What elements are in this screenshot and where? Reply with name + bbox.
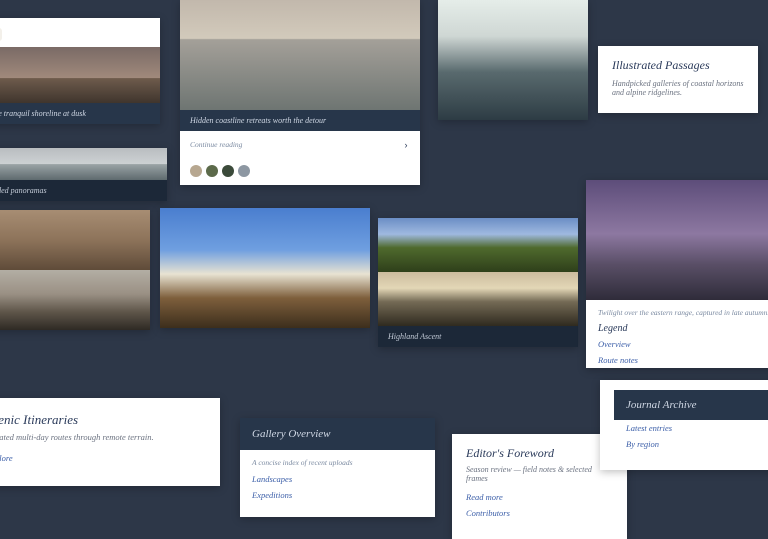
palette-beads	[180, 159, 420, 185]
panel-header: Gallery Overview	[240, 418, 435, 450]
legend-heading: Legend	[586, 321, 768, 336]
link-landscapes[interactable]: Landscapes	[240, 471, 435, 487]
card-gallery-overview[interactable]: Gallery Overview A concise index of rece…	[240, 418, 435, 517]
link-route-notes[interactable]: Route notes	[586, 352, 768, 368]
card-sub: Curated multi-day routes through remote …	[0, 432, 204, 450]
card-beach-dusk[interactable]: Destinations Overlooking the tranquil sh…	[0, 18, 160, 124]
card-dunes[interactable]	[0, 210, 150, 330]
link-overview[interactable]: Overview	[586, 336, 768, 352]
card-blurb: Handpicked galleries of coastal horizons…	[612, 79, 744, 97]
feature-title-bar: Hidden coastline retreats worth the deto…	[180, 110, 420, 131]
card-note: Season review — field notes & selected f…	[466, 465, 613, 489]
card-highlands[interactable]: Highland Ascent	[378, 218, 578, 347]
thumbnail-sunset-hills	[378, 272, 578, 326]
panel-note: A concise index of recent uploads	[240, 450, 435, 471]
link-contributors[interactable]: Contributors	[466, 505, 613, 521]
card-title: Scenic Itineraries	[0, 412, 204, 432]
thumbnail-coast	[0, 148, 167, 180]
thumbnail-rocks	[0, 270, 150, 330]
link-explore[interactable]: Explore	[0, 450, 204, 466]
card-twilight[interactable]: Twilight over the eastern range, capture…	[586, 180, 768, 368]
card-title: Illustrated Passages	[612, 58, 744, 79]
card-ocean-rock[interactable]	[438, 0, 588, 120]
caption-bar: Overlooking the tranquil shoreline at du…	[0, 103, 160, 124]
link-expeditions[interactable]: Expeditions	[240, 487, 435, 503]
thumbnail-dune	[0, 210, 150, 270]
card-mountain[interactable]	[160, 208, 370, 328]
next-icon[interactable]: ›	[398, 137, 414, 153]
thumbnail-mountain	[160, 208, 370, 328]
link-by-region[interactable]: By region	[614, 436, 768, 452]
caption-bar: Recommended panoramas	[0, 180, 167, 201]
link-read-more[interactable]: Read more	[466, 489, 613, 505]
overlay-label: Highland Ascent	[378, 326, 578, 347]
card-archive[interactable]: Journal Archive Latest entries By region	[600, 380, 768, 470]
thumbnail-ocean-rock	[438, 0, 588, 120]
link-latest[interactable]: Latest entries	[614, 420, 768, 436]
card-title: Editor's Foreword	[466, 446, 613, 465]
card-itineraries[interactable]: Scenic Itineraries Curated multi-day rou…	[0, 398, 220, 486]
card-ocean-feature[interactable]: Hidden coastline retreats worth the deto…	[180, 0, 420, 185]
card-line: Twilight over the eastern range, capture…	[586, 300, 768, 321]
thumbnail-beach-dusk	[0, 47, 160, 103]
thumbnail-purple-clouds	[586, 180, 768, 300]
thumbnail-green-hills	[378, 218, 578, 272]
card-illustrated-passages[interactable]: Illustrated Passages Handpicked gallerie…	[598, 46, 758, 113]
category-tag: Destinations	[0, 28, 2, 41]
thumbnail-ocean	[180, 0, 420, 110]
panel-header: Journal Archive	[614, 390, 768, 420]
card-coast-strip[interactable]: Recommended panoramas	[0, 148, 167, 201]
continue-hint: Continue reading	[190, 140, 242, 149]
